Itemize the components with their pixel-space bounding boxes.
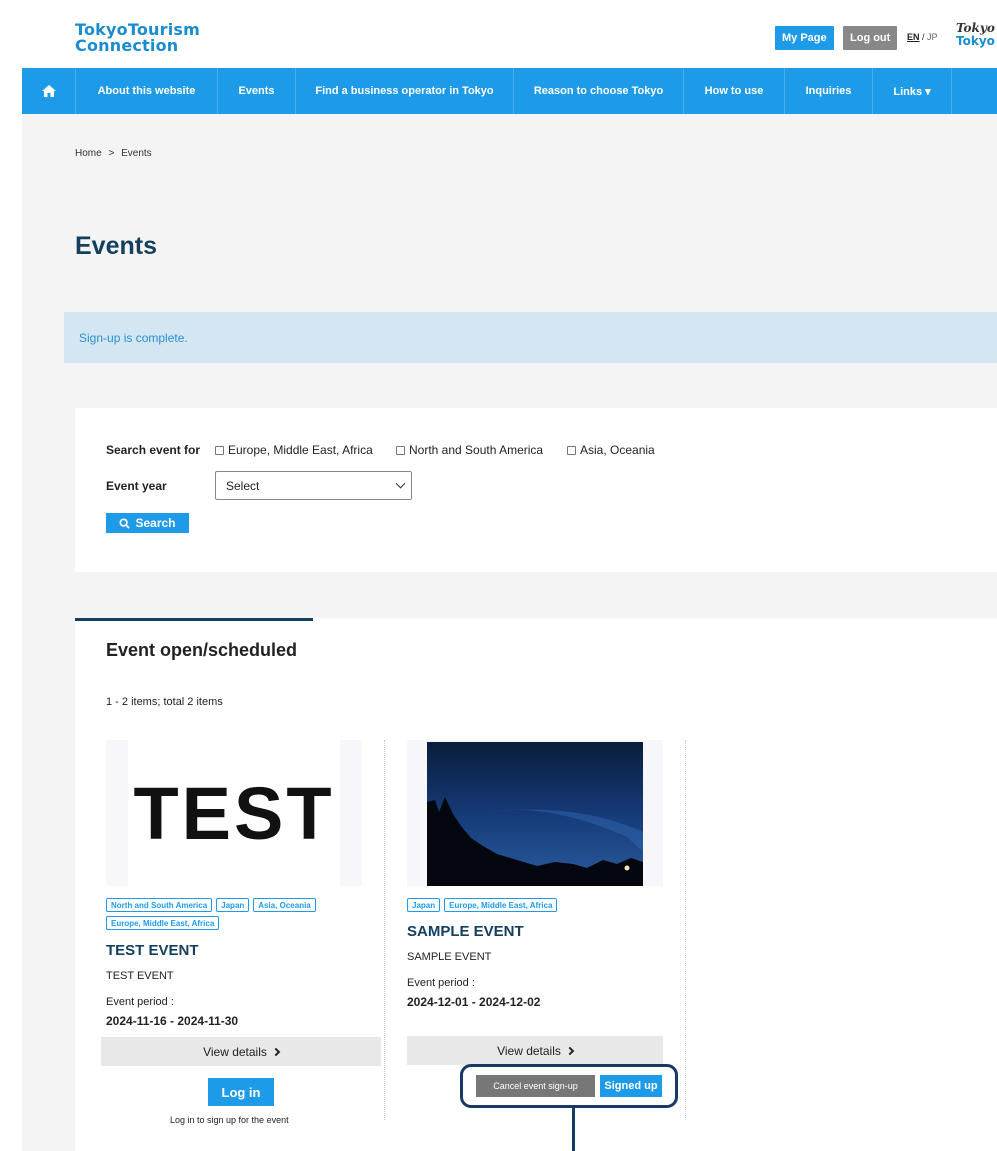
nav-how-to-use[interactable]: How to use xyxy=(683,68,784,114)
checkbox-label: Asia, Oceania xyxy=(580,443,655,457)
thumb-text: TEST xyxy=(133,771,335,855)
region-checkbox-asia-oceania[interactable]: Asia, Oceania xyxy=(567,443,655,457)
alert-text: Sign-up is complete. xyxy=(79,331,188,345)
region-checkbox-emea[interactable]: Europe, Middle East, Africa xyxy=(215,443,373,457)
signup-complete-alert: Sign-up is complete. xyxy=(64,312,997,363)
lang-jp-link[interactable]: JP xyxy=(927,32,938,42)
breadcrumb: Home > Events xyxy=(75,148,156,159)
home-icon xyxy=(41,85,56,97)
checkbox-label: Europe, Middle East, Africa xyxy=(228,443,373,457)
main-nav: About this website Events Find a busines… xyxy=(22,68,997,114)
event-thumbnail[interactable] xyxy=(407,740,663,886)
breadcrumb-separator: > xyxy=(108,148,115,159)
event-period-label: Event period : xyxy=(407,977,475,989)
nav-links[interactable]: Links ▾ xyxy=(872,68,952,114)
highlight-callout xyxy=(460,1064,678,1108)
results-count: 1 - 2 items; total 2 items xyxy=(106,696,223,708)
chevron-right-icon xyxy=(565,1046,575,1055)
logo-line2: Connection xyxy=(75,36,179,55)
page-left-edge xyxy=(0,68,22,1151)
select-value: Select xyxy=(226,479,260,493)
tag: Japan xyxy=(407,898,441,912)
callout-pointer xyxy=(572,1108,575,1151)
tokyo-brand-logo[interactable]: Tokyo Tokyo xyxy=(956,22,995,48)
tag: Japan xyxy=(216,898,250,912)
event-year-select[interactable]: Select xyxy=(215,471,412,500)
view-details-button[interactable]: View details xyxy=(101,1037,381,1066)
tag: North and South America xyxy=(106,898,213,912)
event-period-value: 2024-12-01 - 2024-12-02 xyxy=(407,995,541,1009)
tag: Europe, Middle East, Africa xyxy=(444,898,558,912)
checkbox-box[interactable] xyxy=(396,445,405,455)
breadcrumb-current: Events xyxy=(121,148,152,159)
nav-reason[interactable]: Reason to choose Tokyo xyxy=(513,68,683,114)
breadcrumb-home[interactable]: Home xyxy=(75,148,102,159)
night-sky-photo xyxy=(427,742,643,886)
region-checkbox-americas[interactable]: North and South America xyxy=(396,443,543,457)
event-tags: North and South America Japan Asia, Ocea… xyxy=(106,898,356,930)
search-panel xyxy=(75,408,997,572)
search-button[interactable]: Search xyxy=(106,513,189,533)
event-period-label: Event period : xyxy=(106,996,174,1008)
nav-events[interactable]: Events xyxy=(217,68,295,114)
search-icon xyxy=(119,517,131,529)
section-accent-bar xyxy=(75,618,313,621)
search-button-label: Search xyxy=(135,516,176,530)
view-details-label: View details xyxy=(203,1044,267,1059)
checkbox-label: North and South America xyxy=(409,443,544,457)
card-divider xyxy=(384,740,385,1120)
lang-en-link[interactable]: EN xyxy=(907,32,920,42)
my-page-button[interactable]: My Page xyxy=(775,26,834,50)
event-title[interactable]: TEST EVENT xyxy=(106,942,199,959)
lang-separator: / xyxy=(919,32,928,42)
event-tags: Japan Europe, Middle East, Africa xyxy=(407,898,657,912)
event-subtitle: TEST EVENT xyxy=(106,970,174,982)
tag: Asia, Oceania xyxy=(253,898,316,912)
event-thumbnail[interactable]: TEST xyxy=(106,740,362,886)
log-in-button[interactable]: Log in xyxy=(208,1078,274,1106)
site-logo[interactable]: TokyoTourism Connection xyxy=(75,22,200,54)
language-switch: EN / JP xyxy=(907,32,938,42)
search-for-label: Search event for xyxy=(106,443,201,457)
event-period-value: 2024-11-16 - 2024-11-30 xyxy=(106,1014,239,1028)
log-out-button[interactable]: Log out xyxy=(843,26,898,50)
event-title[interactable]: SAMPLE EVENT xyxy=(407,923,524,940)
tokyo-logo-text: Tokyo xyxy=(956,34,995,48)
section-title: Event open/scheduled xyxy=(106,640,298,660)
page-title: Events xyxy=(75,232,157,260)
event-subtitle: SAMPLE EVENT xyxy=(407,951,492,963)
view-details-button[interactable]: View details xyxy=(407,1036,663,1065)
nav-home[interactable] xyxy=(22,68,75,114)
site-header: TokyoTourism Connection My Page Log out … xyxy=(0,0,997,68)
checkbox-box[interactable] xyxy=(215,445,224,455)
nav-inquiries[interactable]: Inquiries xyxy=(784,68,872,114)
event-year-label: Event year xyxy=(106,479,167,493)
view-details-label: View details xyxy=(497,1043,561,1058)
chevron-down-icon xyxy=(395,478,406,489)
nav-about[interactable]: About this website xyxy=(75,68,217,114)
login-note: Log in to sign up for the event xyxy=(170,1115,289,1125)
tag: Europe, Middle East, Africa xyxy=(106,916,220,930)
chevron-right-icon xyxy=(271,1047,281,1056)
nav-find-operator[interactable]: Find a business operator in Tokyo xyxy=(295,68,513,114)
checkbox-box[interactable] xyxy=(567,445,576,455)
test-image: TEST xyxy=(128,740,340,886)
card-divider xyxy=(685,740,686,1120)
